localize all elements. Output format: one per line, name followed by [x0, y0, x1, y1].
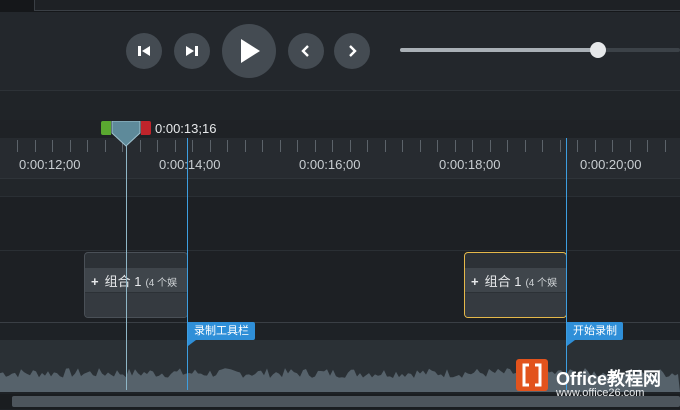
ruler-tick — [210, 140, 211, 152]
marker-label[interactable]: 开始录制 — [567, 322, 623, 340]
ruler-label: 0:00:18;00 — [439, 157, 501, 172]
top-strip — [0, 0, 680, 12]
watermark: Office教程网 www.office26.com — [512, 355, 661, 400]
ruler-tick — [420, 140, 421, 152]
ruler-tick — [630, 140, 631, 152]
ruler-tick — [525, 140, 526, 152]
ruler-tick — [192, 140, 193, 152]
ruler-tick — [665, 140, 666, 152]
ruler-tick — [245, 140, 246, 152]
marker-label[interactable]: 录制工具栏 — [188, 322, 255, 340]
timeline-track[interactable] — [0, 196, 680, 251]
playhead-line — [126, 140, 127, 390]
ruler-label: 0:00:16;00 — [299, 157, 361, 172]
chevron-left-icon — [301, 45, 309, 57]
ruler-tick — [507, 140, 508, 152]
top-panel-edge — [34, 0, 680, 11]
ruler-tick — [105, 140, 106, 152]
ruler-tick — [332, 140, 333, 152]
watermark-url: www.office26.com — [556, 387, 645, 399]
play-button[interactable] — [222, 24, 276, 78]
ruler-tick — [87, 140, 88, 152]
step-back-icon — [138, 46, 150, 56]
ruler-tick — [297, 140, 298, 152]
step-forward-button[interactable] — [174, 33, 210, 69]
chevron-right-icon — [349, 45, 357, 57]
ruler-label: 0:00:12;00 — [19, 157, 81, 172]
ruler-label: 0:00:14;00 — [159, 157, 221, 172]
ruler-tick — [17, 140, 18, 152]
ruler-tick — [490, 140, 491, 152]
ruler-tick — [157, 140, 158, 152]
group-name: 组合 1 — [484, 274, 522, 289]
group-clip-selected[interactable]: + 组合 1 (4 个娱 — [464, 252, 567, 318]
marker-pointer — [188, 340, 196, 346]
group-clip-footer — [85, 293, 187, 317]
playhead-time: 0:00:13;16 — [155, 121, 217, 136]
ruler-tick — [227, 140, 228, 152]
volume-slider-knob[interactable] — [590, 42, 606, 58]
step-back-button[interactable] — [126, 33, 162, 69]
playhead[interactable] — [110, 121, 142, 147]
marker-line — [566, 138, 567, 390]
group-clip-label: + 组合 1 (4 个娱 — [91, 271, 177, 290]
next-button[interactable] — [334, 33, 370, 69]
ruler-tick — [595, 140, 596, 152]
ruler-tick — [612, 140, 613, 152]
ruler-tick — [52, 140, 53, 152]
group-clip[interactable]: + 组合 1 (4 个娱 — [84, 252, 188, 318]
ruler-tick — [315, 140, 316, 152]
expand-icon[interactable]: + — [471, 274, 479, 289]
ruler-tick — [647, 140, 648, 152]
previous-button[interactable] — [288, 33, 324, 69]
group-clip-label: + 组合 1 (4 个娱 — [471, 271, 557, 290]
ruler-tick — [35, 140, 36, 152]
ruler-label: 0:00:20;00 — [580, 157, 642, 172]
expand-icon[interactable]: + — [91, 274, 99, 289]
marker-line — [187, 138, 188, 390]
ruler-tick — [280, 140, 281, 152]
ruler-tick — [577, 140, 578, 152]
ruler-tick — [350, 140, 351, 152]
volume-slider-fill — [400, 48, 598, 52]
ruler-tick — [455, 140, 456, 152]
office-logo-icon — [516, 359, 548, 391]
ruler-tick — [367, 140, 368, 152]
group-count: (4 个娱 — [525, 278, 558, 289]
toolbar-area — [0, 90, 680, 121]
ruler-tick — [402, 140, 403, 152]
ruler-tick — [472, 140, 473, 152]
marker-pointer — [567, 340, 575, 346]
group-name: 组合 1 — [104, 274, 142, 289]
timeline-track[interactable] — [0, 178, 680, 197]
ruler-tick — [70, 140, 71, 152]
group-clip-footer — [465, 293, 566, 317]
ruler-tick — [175, 140, 176, 152]
ruler-tick — [560, 140, 561, 152]
ruler-tick — [437, 140, 438, 152]
step-forward-icon — [186, 46, 198, 56]
group-count: (4 个娱 — [145, 278, 178, 289]
playhead-out-handle[interactable] — [141, 121, 151, 135]
play-icon — [241, 39, 260, 63]
ruler-tick — [542, 140, 543, 152]
ruler-tick — [262, 140, 263, 152]
ruler-tick — [385, 140, 386, 152]
